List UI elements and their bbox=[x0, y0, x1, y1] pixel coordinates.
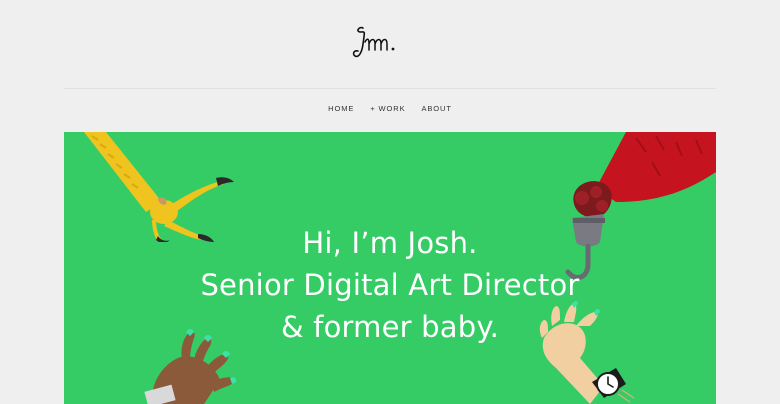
hero-line-title: Senior Digital Art Director bbox=[200, 268, 580, 302]
nav-about[interactable]: ABOUT bbox=[413, 104, 459, 113]
signature-logo[interactable] bbox=[349, 20, 405, 66]
main-nav: HOME + WORK ABOUT bbox=[0, 104, 780, 113]
nav-home[interactable]: HOME bbox=[320, 104, 362, 113]
nav-work[interactable]: + WORK bbox=[362, 104, 413, 113]
hero-headline: Hi, I’m Josh. Senior Digital Art Directo… bbox=[64, 222, 716, 348]
hero-line-greeting: Hi, I’m Josh. bbox=[302, 226, 478, 260]
header-divider bbox=[64, 88, 716, 89]
hero-banner: Hi, I’m Josh. Senior Digital Art Directo… bbox=[64, 132, 716, 404]
hero-line-tagline: & former baby. bbox=[280, 310, 500, 344]
